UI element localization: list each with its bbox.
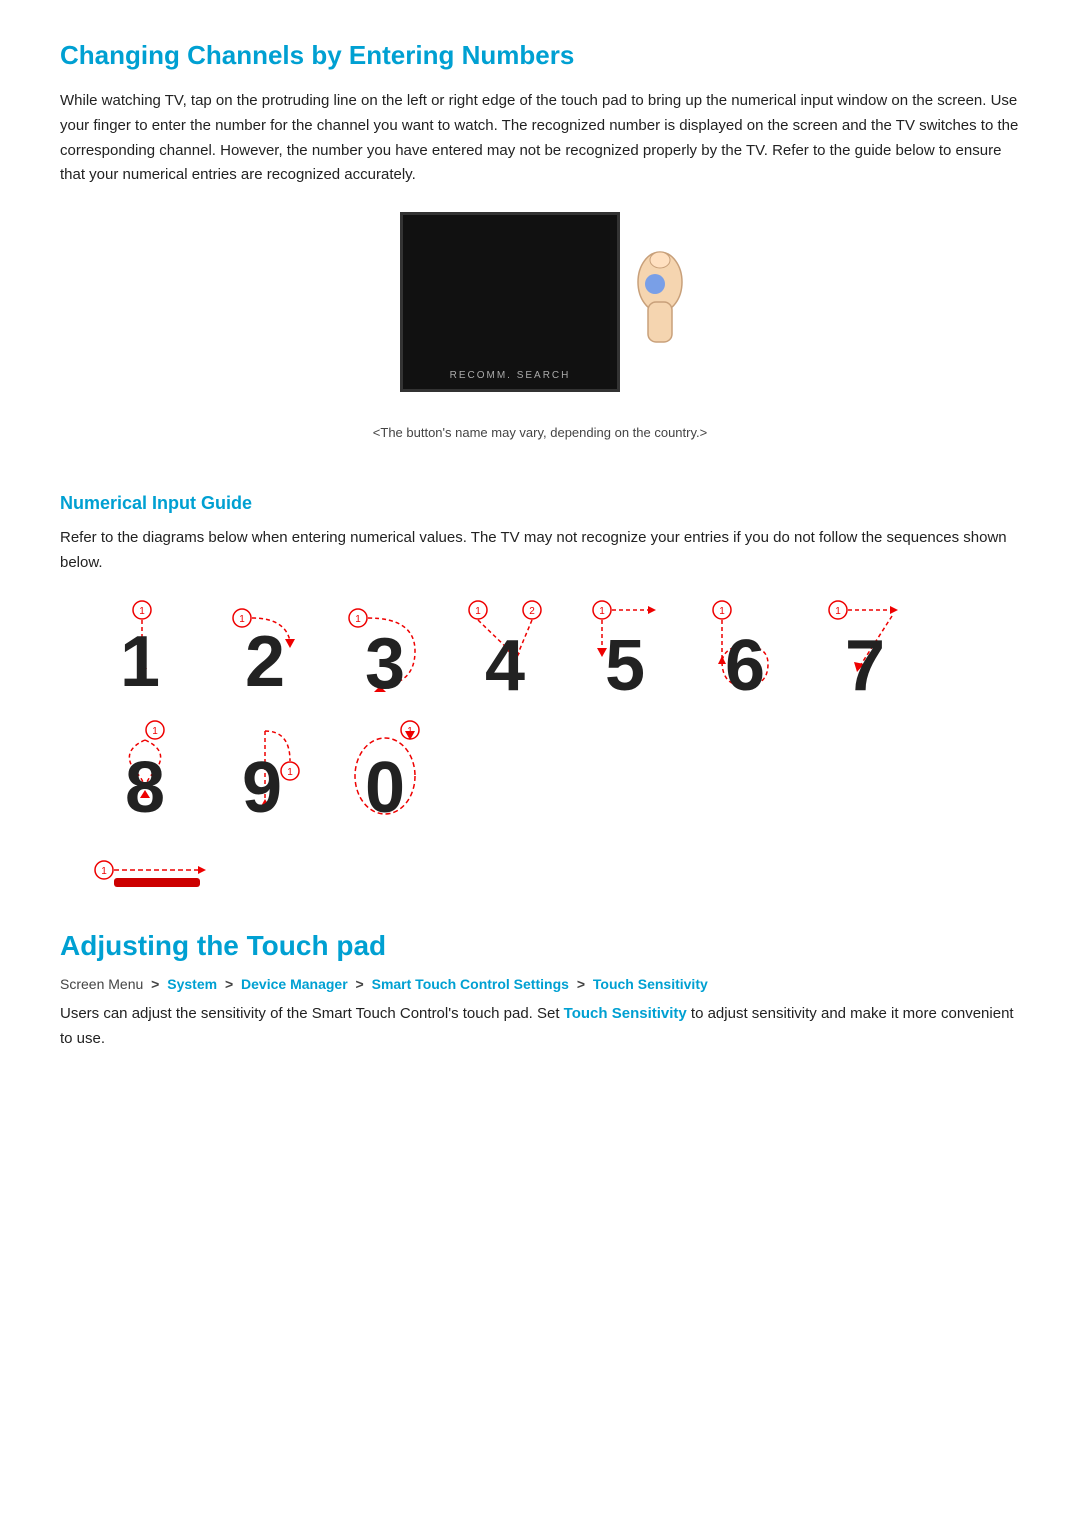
- svg-text:1: 1: [719, 606, 725, 617]
- number-6-diagram: 1 6: [690, 596, 800, 706]
- main-title: Changing Channels by Entering Numbers: [60, 40, 1020, 71]
- adjusting-body-text1: Users can adjust the sensitivity of the …: [60, 1005, 564, 1022]
- number-0-diagram: 1 0: [330, 716, 440, 826]
- numerical-input-guide-body: Refer to the diagrams below when enterin…: [60, 526, 1020, 576]
- breadcrumb-smart-touch: Smart Touch Control Settings: [372, 976, 569, 992]
- breadcrumb-touch-sensitivity: Touch Sensitivity: [593, 976, 708, 992]
- svg-text:1: 1: [152, 726, 158, 737]
- svg-text:1: 1: [287, 767, 293, 778]
- breadcrumb-device-manager: Device Manager: [241, 976, 348, 992]
- svg-text:1: 1: [475, 606, 481, 617]
- svg-text:1: 1: [835, 606, 841, 617]
- breadcrumb-sep3: >: [356, 976, 364, 992]
- number-5-diagram: 1 5: [570, 596, 680, 706]
- numbers-diagram-grid: 1 1 1 2 1 3: [90, 596, 1020, 826]
- svg-text:1: 1: [355, 614, 361, 625]
- number-7-diagram: 1 7: [810, 596, 920, 706]
- tv-image-container: RECOMM. SEARCH <The button's name may va…: [60, 212, 1020, 463]
- svg-text:5: 5: [605, 626, 645, 706]
- svg-text:6: 6: [725, 626, 765, 706]
- svg-text:8: 8: [125, 748, 165, 826]
- adjusting-touchpad-section: Adjusting the Touch pad Screen Menu > Sy…: [60, 930, 1020, 1052]
- tv-screen: RECOMM. SEARCH: [400, 212, 620, 392]
- numerical-guide-section: Numerical Input Guide Refer to the diagr…: [60, 493, 1020, 576]
- svg-text:1: 1: [139, 606, 145, 617]
- adjusting-body: Users can adjust the sensitivity of the …: [60, 1002, 1020, 1052]
- breadcrumb: Screen Menu > System > Device Manager > …: [60, 976, 1020, 992]
- adjusting-body-link: Touch Sensitivity: [564, 1005, 687, 1022]
- breadcrumb-prefix: Screen Menu: [60, 976, 143, 992]
- extra-dash-diagram: 1: [90, 856, 1020, 900]
- number-2-diagram: 1 2: [210, 596, 320, 706]
- number-9-diagram: 1 9: [210, 716, 320, 826]
- breadcrumb-system: System: [167, 976, 217, 992]
- svg-text:0: 0: [365, 748, 405, 826]
- finger-icon: [600, 242, 690, 352]
- svg-text:9: 9: [242, 748, 282, 826]
- svg-text:4: 4: [485, 626, 525, 706]
- screen-label: RECOMM. SEARCH: [450, 370, 571, 381]
- number-3-diagram: 1 3: [330, 596, 440, 706]
- breadcrumb-sep4: >: [577, 976, 585, 992]
- image-caption: <The button's name may vary, depending o…: [373, 422, 707, 443]
- svg-text:1: 1: [120, 622, 160, 702]
- svg-text:2: 2: [245, 622, 285, 702]
- numerical-input-guide-title: Numerical Input Guide: [60, 493, 1020, 514]
- main-body-text: While watching TV, tap on the protruding…: [60, 89, 1020, 188]
- svg-text:1: 1: [599, 606, 605, 617]
- svg-text:2: 2: [529, 606, 535, 617]
- breadcrumb-sep2: >: [225, 976, 233, 992]
- number-4-diagram: 1 2 4: [450, 596, 560, 706]
- svg-text:3: 3: [365, 624, 405, 704]
- number-8-diagram: 1 8: [90, 716, 200, 826]
- breadcrumb-sep1: >: [151, 976, 159, 992]
- number-1-diagram: 1 1: [90, 596, 200, 706]
- adjusting-title: Adjusting the Touch pad: [60, 930, 1020, 962]
- svg-text:1: 1: [101, 866, 107, 877]
- svg-text:7: 7: [845, 626, 885, 706]
